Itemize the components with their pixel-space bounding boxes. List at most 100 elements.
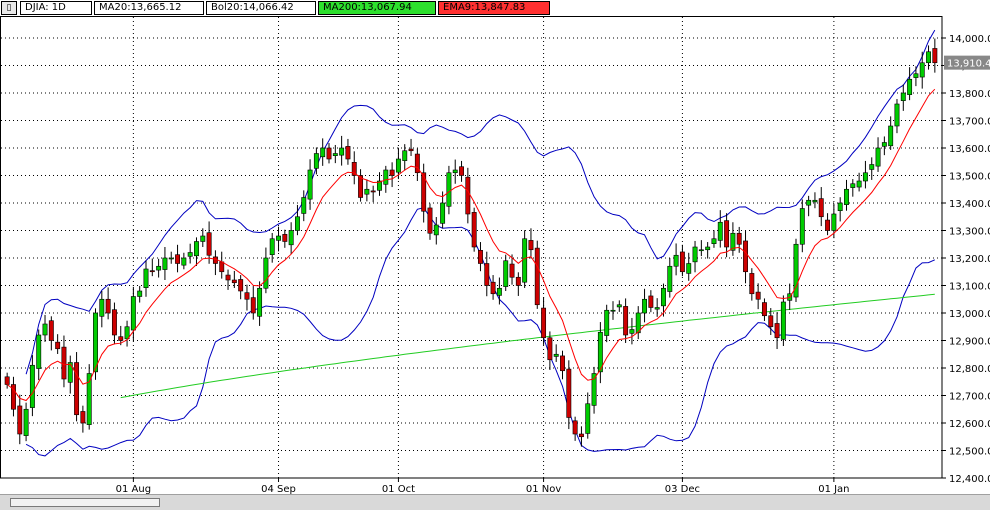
x-tick-label: 01 Nov xyxy=(526,484,562,494)
candle-body xyxy=(761,302,767,317)
candle-body xyxy=(623,306,629,336)
x-tick-label: 01 Jan xyxy=(818,484,849,494)
candle-body xyxy=(162,257,168,270)
candle-body xyxy=(225,274,231,281)
candle-body xyxy=(528,240,534,251)
candle-body xyxy=(288,230,294,246)
y-tick-label: 12,600.0 xyxy=(949,419,990,430)
y-tick-label: 12,800.0 xyxy=(949,364,990,375)
candle-body xyxy=(522,238,528,283)
candle-body xyxy=(55,341,61,350)
last-price-label: 13,910.4 xyxy=(947,59,990,70)
candle-body xyxy=(484,263,490,286)
candle-body xyxy=(496,287,502,296)
y-tick-label: 12,400.0 xyxy=(949,474,990,485)
candle-body xyxy=(913,73,919,78)
candle-body xyxy=(427,207,433,234)
y-tick-label: 12,500.0 xyxy=(949,447,990,458)
candle-body xyxy=(257,287,263,317)
candle-body xyxy=(862,172,868,182)
candle-body xyxy=(29,364,35,408)
candle-body xyxy=(932,48,938,64)
candle-body xyxy=(395,158,401,173)
candle-body xyxy=(137,290,143,297)
candle-body xyxy=(471,212,477,248)
candle-body xyxy=(389,169,395,176)
candle-body xyxy=(818,198,824,218)
y-tick-label: 12,900.0 xyxy=(949,337,990,348)
candle-body xyxy=(907,78,913,95)
candle-body xyxy=(812,199,818,203)
candle-body xyxy=(547,337,553,361)
candle-body xyxy=(831,213,837,231)
menu-button[interactable]: ▯ xyxy=(1,1,17,15)
candle-body xyxy=(345,146,351,160)
y-tick-label: 13,800.0 xyxy=(949,89,990,100)
candle-body xyxy=(130,296,136,331)
candle-body xyxy=(433,224,439,236)
candle-body xyxy=(749,273,755,295)
symbol-label: DJIA: 1D xyxy=(20,1,92,15)
scroll-thumb[interactable] xyxy=(10,498,160,507)
y-tick-label: 13,300.0 xyxy=(949,227,990,238)
candle-body xyxy=(465,176,471,215)
bol20-label: Bol20:14,066.42 xyxy=(206,1,316,15)
candle-body xyxy=(105,298,111,314)
candle-body xyxy=(301,197,307,214)
candle-body xyxy=(269,238,275,255)
candle-body xyxy=(743,240,748,273)
candle-body xyxy=(187,252,193,257)
chart-svg[interactable]: 14,000.013,900.013,800.013,700.013,600.0… xyxy=(0,16,990,495)
candle-body xyxy=(219,261,225,273)
candle-body xyxy=(654,307,660,310)
candle-body xyxy=(661,287,666,307)
candle-body xyxy=(168,257,174,260)
candle-body xyxy=(206,232,212,256)
y-tick-label: 14,000.0 xyxy=(949,34,990,45)
candle-body xyxy=(894,103,900,127)
candle-body xyxy=(850,183,856,188)
candle-body xyxy=(276,235,281,241)
horizontal-scrollbar[interactable] xyxy=(0,494,990,510)
candle-body xyxy=(490,281,496,295)
candle-body xyxy=(667,265,673,292)
candle-body xyxy=(99,298,105,317)
candle-body xyxy=(774,323,780,339)
y-tick-label: 13,400.0 xyxy=(949,199,990,210)
candle-body xyxy=(534,247,540,306)
candle-body xyxy=(313,153,319,169)
candle-body xyxy=(875,147,881,167)
candle-body xyxy=(294,216,300,231)
candle-body xyxy=(282,234,288,242)
x-tick-label: 03 Dec xyxy=(665,484,700,494)
candle-body xyxy=(17,405,23,435)
candle-body xyxy=(844,188,849,205)
candle-body xyxy=(93,312,98,373)
candle-body xyxy=(881,142,887,147)
candle-body xyxy=(181,257,187,266)
candle-body xyxy=(724,220,730,248)
candle-body xyxy=(686,263,692,274)
candle-body xyxy=(919,62,925,78)
y-tick-label: 13,200.0 xyxy=(949,254,990,265)
candle-body xyxy=(250,297,256,314)
candle-body xyxy=(799,208,805,245)
candle-body xyxy=(238,279,244,292)
candle-body xyxy=(326,147,332,160)
candle-body xyxy=(4,376,10,385)
candle-body xyxy=(578,433,584,438)
x-tick-label: 04 Sep xyxy=(261,484,296,494)
candle-body xyxy=(837,202,843,211)
candle-body xyxy=(926,51,931,64)
candle-body xyxy=(755,291,761,300)
candle-body xyxy=(149,270,155,273)
candle-body xyxy=(560,355,565,372)
candle-body xyxy=(604,309,610,336)
x-tick-label: 01 Aug xyxy=(116,484,151,494)
ma20-label: MA20:13,665.12 xyxy=(94,1,204,15)
price-chart[interactable]: 14,000.013,900.013,800.013,700.013,600.0… xyxy=(0,16,990,495)
plot-area xyxy=(0,16,943,479)
candle-body xyxy=(541,307,547,339)
candle-body xyxy=(175,254,181,264)
candle-body xyxy=(446,172,452,207)
